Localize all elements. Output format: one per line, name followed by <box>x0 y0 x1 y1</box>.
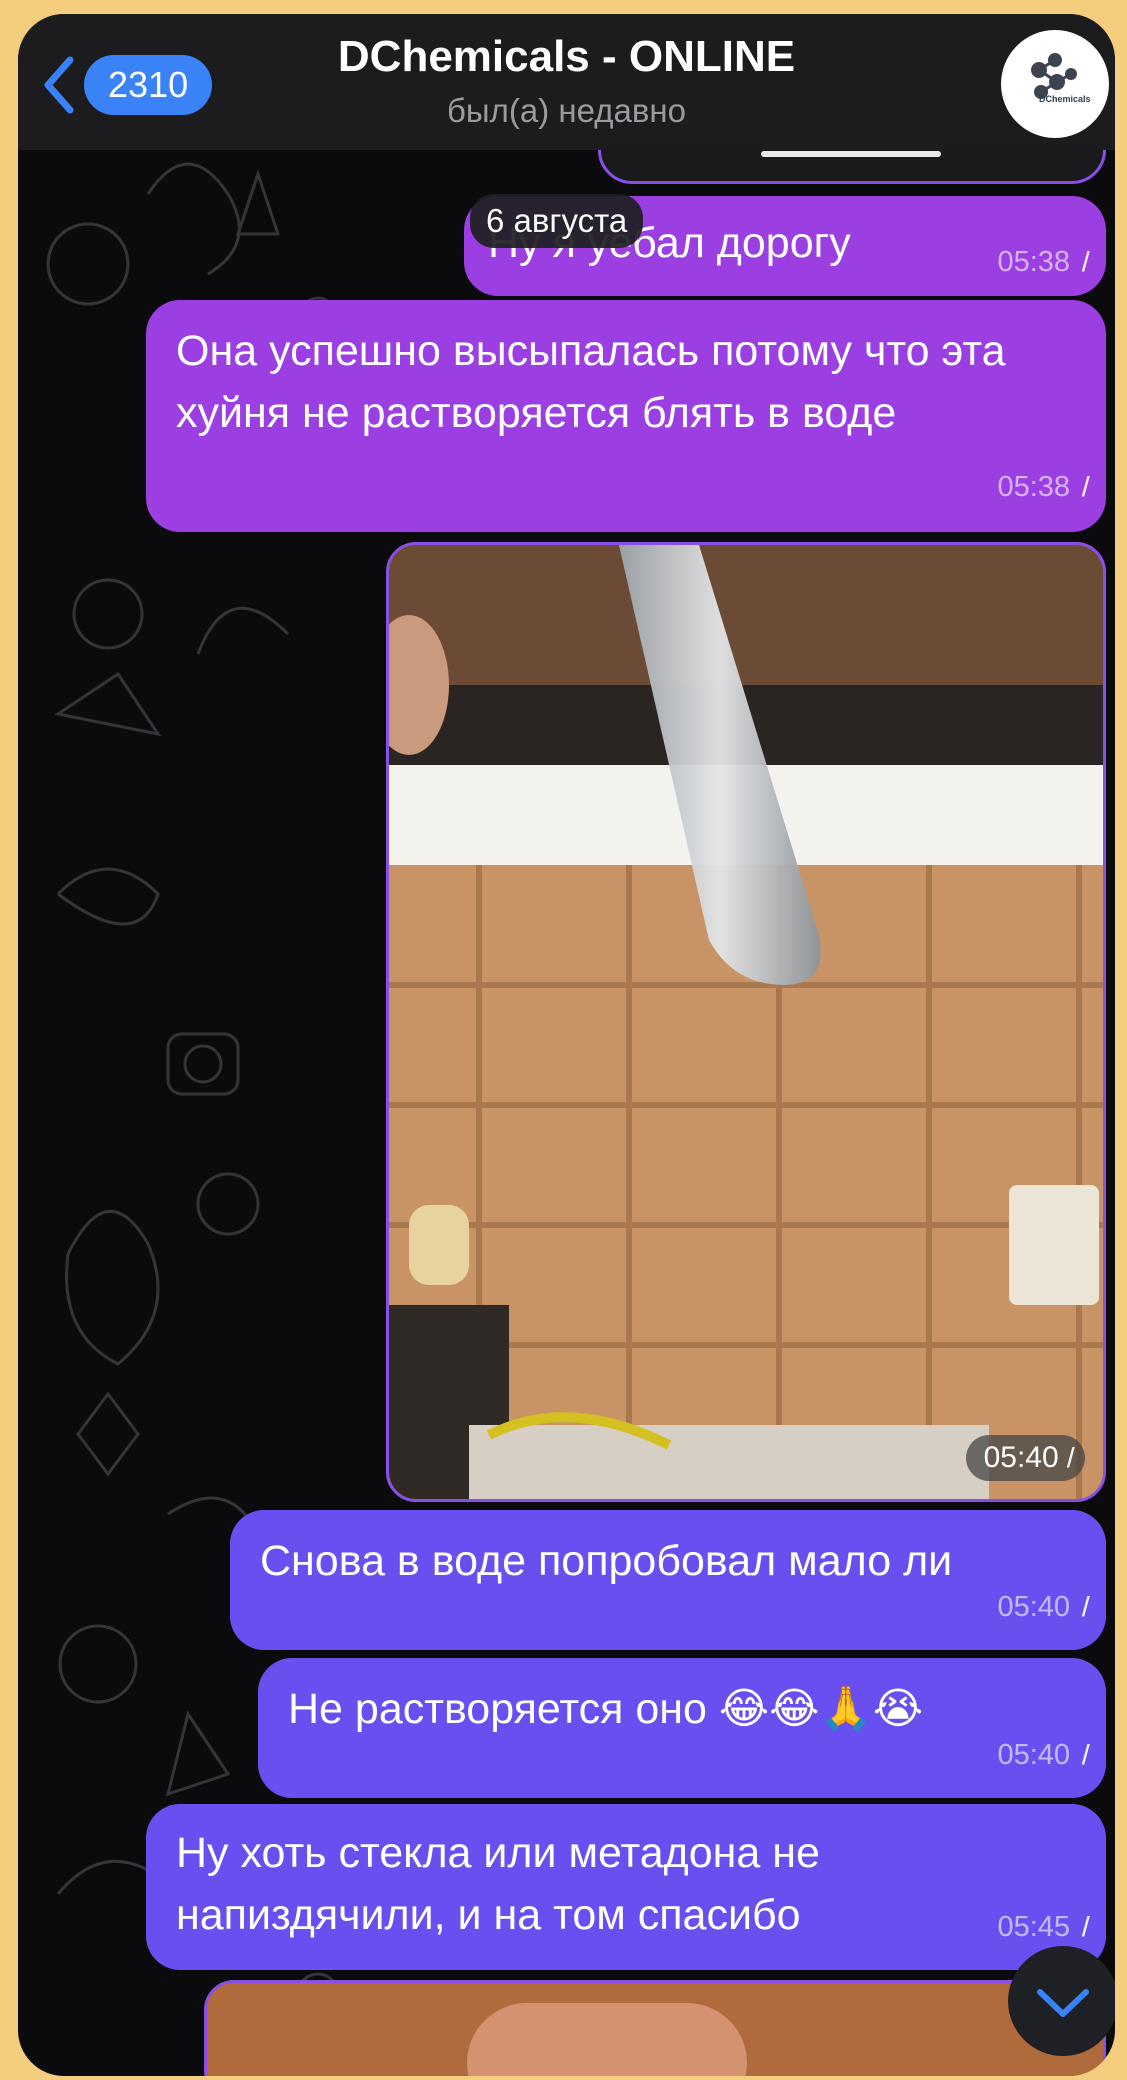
message-time: 05:40 <box>997 1739 1071 1771</box>
chat-header: 2310 DChemicals - ONLINE был(а) недавно <box>18 14 1115 150</box>
date-divider: 6 августа <box>470 194 644 248</box>
avatar-label: DChemicals <box>1039 94 1091 104</box>
message-time: 05:38 <box>997 471 1071 503</box>
photo-message[interactable]: 05:40 // <box>386 542 1106 1502</box>
scroll-to-bottom-button[interactable] <box>1008 1946 1115 2056</box>
molecule-logo-icon <box>1031 53 1077 99</box>
message-text: Не растворяется оно 😂😂🙏😭 <box>288 1685 924 1733</box>
last-seen-status: был(а) недавно <box>447 92 686 129</box>
message-time: 05:45 <box>997 1911 1071 1943</box>
photo-test-tube-image <box>389 545 1103 1499</box>
message-time: 05:40 <box>983 1441 1059 1474</box>
photo-timestamp: 05:40 // <box>965 1435 1085 1481</box>
avatar[interactable]: DChemicals <box>1001 30 1109 138</box>
message-bubble[interactable]: Не растворяется оно 😂😂🙏😭 05:40 // <box>258 1658 1106 1798</box>
message-bubble[interactable]: Снова в воде попробовал мало ли 05:40 // <box>230 1510 1106 1650</box>
message-bubble[interactable]: Ну хоть стекла или метадона не напиздячи… <box>146 1804 1106 1970</box>
message-bubble-partial[interactable] <box>204 1980 1106 2076</box>
message-text: Ну хоть стекла или метадона не напиздячи… <box>176 1829 820 1939</box>
message-time: 05:38 <box>997 246 1071 278</box>
phone-screen: 2310 DChemicals - ONLINE был(а) недавно <box>18 14 1115 2076</box>
message-text: Она успешно высыпалась потому что эта ху… <box>176 327 1006 437</box>
chevron-down-icon <box>1037 1989 1089 2017</box>
message-bubble[interactable]: Она успешно высыпалась потому что эта ху… <box>146 300 1106 532</box>
message-text: Снова в воде попробовал мало ли <box>260 1537 953 1585</box>
message-time: 05:40 <box>997 1591 1071 1623</box>
chat-title[interactable]: DChemicals - ONLINE <box>18 32 1115 82</box>
